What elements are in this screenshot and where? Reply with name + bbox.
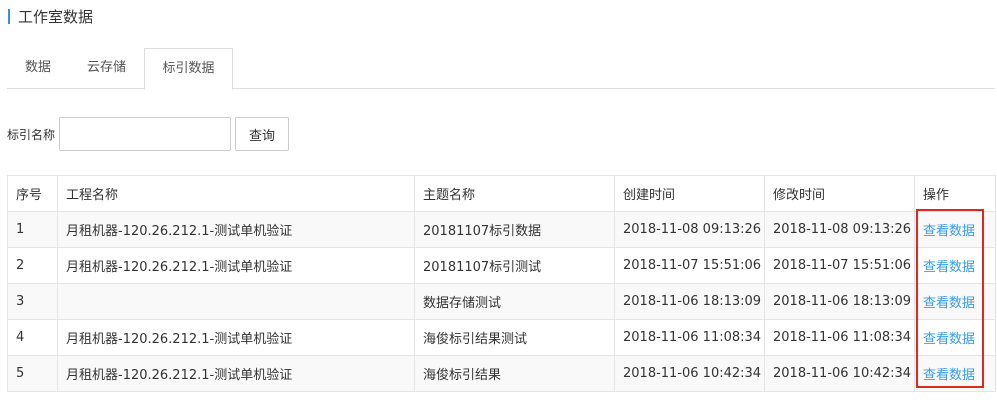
- cell-topic-name: 数据存储测试: [414, 283, 615, 320]
- header-created-time: 创建时间: [614, 175, 765, 212]
- cell-modified-time: 2018-11-08 09:13:26: [764, 211, 915, 248]
- page: 工作室数据 数据 云存储 标引数据 标引名称 查询 序号 工程名称 主题名称 创…: [0, 0, 997, 402]
- header-topic-name: 主题名称: [414, 175, 615, 212]
- tab-cloud-storage[interactable]: 云存储: [69, 48, 144, 89]
- cell-project-name: 月租机器-120.26.212.1-测试单机验证: [57, 211, 415, 248]
- search-row: 标引名称 查询: [7, 117, 290, 151]
- table-row: 3 数据存储测试 2018-11-06 18:13:09 2018-11-06 …: [7, 283, 996, 320]
- cell-action: 查看数据: [914, 319, 996, 356]
- table-row: 1 月租机器-120.26.212.1-测试单机验证 20181107标引数据 …: [7, 211, 996, 248]
- cell-created-time: 2018-11-07 15:51:06: [614, 247, 765, 284]
- cell-index: 5: [7, 355, 58, 392]
- table-row: 2 月租机器-120.26.212.1-测试单机验证 20181107标引测试 …: [7, 247, 996, 284]
- view-data-link[interactable]: 查看数据: [923, 260, 975, 275]
- search-label: 标引名称: [7, 127, 56, 142]
- cell-modified-time: 2018-11-06 10:42:34: [764, 355, 915, 392]
- tab-data[interactable]: 数据: [7, 48, 69, 89]
- view-data-link[interactable]: 查看数据: [923, 368, 975, 383]
- header-modified-time: 修改时间: [764, 175, 915, 212]
- cell-index: 1: [7, 211, 58, 248]
- cell-project-name: [57, 283, 415, 320]
- cell-created-time: 2018-11-06 18:13:09: [614, 283, 765, 320]
- tab-bar: 数据 云存储 标引数据: [7, 48, 995, 90]
- view-data-link[interactable]: 查看数据: [923, 332, 975, 347]
- page-title: 工作室数据: [8, 6, 93, 26]
- table-row: 4 月租机器-120.26.212.1-测试单机验证 海俊标引结果测试 2018…: [7, 319, 996, 356]
- header-index: 序号: [7, 175, 58, 212]
- cell-created-time: 2018-11-08 09:13:26: [614, 211, 765, 248]
- view-data-link[interactable]: 查看数据: [923, 224, 975, 239]
- cell-created-time: 2018-11-06 11:08:34: [614, 319, 765, 356]
- cell-modified-time: 2018-11-07 15:51:06: [764, 247, 915, 284]
- cell-action: 查看数据: [914, 211, 996, 248]
- cell-topic-name: 20181107标引数据: [414, 211, 615, 248]
- table-header-row: 序号 工程名称 主题名称 创建时间 修改时间 操作: [7, 175, 996, 212]
- query-button[interactable]: 查询: [235, 117, 290, 151]
- cell-action: 查看数据: [914, 247, 996, 284]
- index-name-input[interactable]: [59, 117, 232, 151]
- page-title-text: 工作室数据: [18, 7, 94, 26]
- view-data-link[interactable]: 查看数据: [923, 296, 975, 311]
- cell-modified-time: 2018-11-06 11:08:34: [764, 319, 915, 356]
- cell-project-name: 月租机器-120.26.212.1-测试单机验证: [57, 355, 415, 392]
- cell-action: 查看数据: [914, 355, 996, 392]
- cell-index: 2: [7, 247, 58, 284]
- title-accent-bar: [8, 8, 10, 24]
- index-data-table: 序号 工程名称 主题名称 创建时间 修改时间 操作 1 月租机器-120.26.…: [7, 175, 996, 392]
- cell-topic-name: 海俊标引结果: [414, 355, 615, 392]
- cell-index: 4: [7, 319, 58, 356]
- cell-topic-name: 20181107标引测试: [414, 247, 615, 284]
- cell-index: 3: [7, 283, 58, 320]
- header-action: 操作: [914, 175, 996, 212]
- cell-action: 查看数据: [914, 283, 996, 320]
- table-row: 5 月租机器-120.26.212.1-测试单机验证 海俊标引结果 2018-1…: [7, 355, 996, 392]
- cell-project-name: 月租机器-120.26.212.1-测试单机验证: [57, 319, 415, 356]
- cell-project-name: 月租机器-120.26.212.1-测试单机验证: [57, 247, 415, 284]
- cell-modified-time: 2018-11-06 18:13:09: [764, 283, 915, 320]
- tab-index-data[interactable]: 标引数据: [144, 48, 233, 90]
- cell-created-time: 2018-11-06 10:42:34: [614, 355, 765, 392]
- header-project-name: 工程名称: [57, 175, 415, 212]
- cell-topic-name: 海俊标引结果测试: [414, 319, 615, 356]
